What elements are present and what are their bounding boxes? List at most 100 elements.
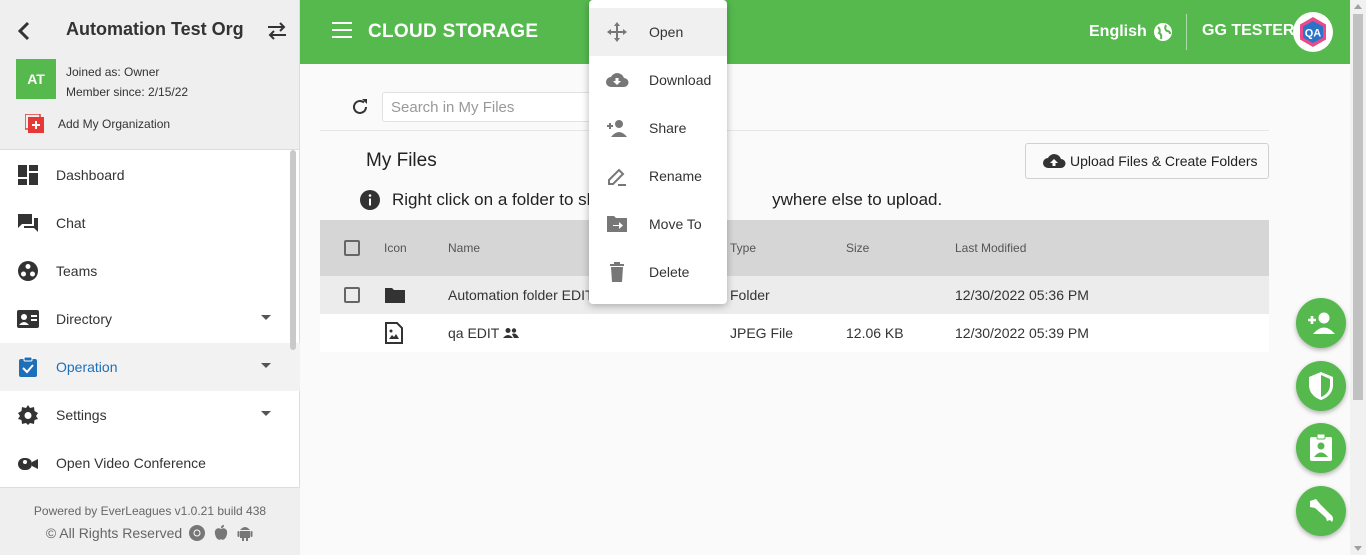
context-menu-open[interactable]: Open xyxy=(589,8,727,56)
row-checkbox[interactable] xyxy=(344,287,360,303)
sidebar-item-label: Chat xyxy=(56,215,86,231)
add-organization-button[interactable]: Add My Organization xyxy=(25,114,170,134)
context-menu-delete[interactable]: Delete xyxy=(589,248,727,296)
column-header-icon[interactable]: Icon xyxy=(384,220,407,276)
sidebar-item-label: Open Video Conference xyxy=(56,455,206,471)
column-header-modified[interactable]: Last Modified xyxy=(955,220,1026,276)
move-arrows-icon xyxy=(605,20,629,44)
org-avatar: AT xyxy=(16,59,56,99)
context-menu-rename[interactable]: Rename xyxy=(589,152,727,200)
app-title: CLOUD STORAGE xyxy=(368,21,539,42)
scroll-up-arrow-icon[interactable] xyxy=(1354,4,1362,9)
search-input[interactable] xyxy=(382,92,596,122)
person-add-icon xyxy=(1308,312,1335,334)
upload-files-label: Upload Files & Create Folders xyxy=(1070,153,1258,169)
sidebar-item-label: Directory xyxy=(56,311,113,327)
member-since-text: Member since: 2/15/22 xyxy=(66,85,189,99)
add-contact-fab[interactable] xyxy=(1296,298,1346,348)
info-text: Right click on a folder to sh xyxy=(392,190,597,209)
android-icon[interactable] xyxy=(236,524,254,542)
back-arrow-icon[interactable] xyxy=(14,20,34,42)
row-select-cell xyxy=(344,276,360,314)
cloud-upload-icon xyxy=(1043,154,1066,168)
sidebar-menu: Dashboard Chat Teams Directory Operation… xyxy=(0,151,300,487)
context-menu-share[interactable]: Share xyxy=(589,104,727,152)
user-avatar[interactable]: QA xyxy=(1293,12,1333,52)
sidebar-item-operation[interactable]: Operation xyxy=(0,343,300,391)
file-modified: 12/30/2022 05:39 PM xyxy=(955,325,1089,341)
apple-icon[interactable] xyxy=(212,524,230,542)
joined-as-text: Joined as: Owner xyxy=(66,65,160,79)
file-type: Folder xyxy=(730,287,770,303)
context-menu-label: Move To xyxy=(649,216,702,232)
gear-icon xyxy=(16,403,40,427)
column-header-size[interactable]: Size xyxy=(846,220,869,276)
context-menu-label: Share xyxy=(649,120,687,136)
membership-info: Joined as: Owner Member since: 2/15/22 xyxy=(66,62,188,102)
badge-icon xyxy=(1310,434,1332,461)
sidebar-item-video-conference[interactable]: Open Video Conference xyxy=(0,439,300,487)
chevron-down-icon[interactable] xyxy=(261,315,271,320)
org-header: Automation Test Org AT Joined as: Owner … xyxy=(0,0,299,150)
powered-by-text: Powered by EverLeagues v1.0.21 build 438 xyxy=(33,504,267,518)
org-name: Automation Test Org xyxy=(66,19,244,39)
context-menu-label: Download xyxy=(649,72,712,88)
context-menu-label: Rename xyxy=(649,168,702,184)
files-table: Icon Name Type Size Last Modified Automa… xyxy=(320,220,1269,352)
file-name: qa EDIT xyxy=(448,325,500,341)
video-conference-icon xyxy=(16,451,40,475)
chevron-down-icon[interactable] xyxy=(261,411,271,416)
topbar-divider xyxy=(1186,14,1187,50)
folder-move-icon xyxy=(605,212,629,236)
sidebar-item-dashboard[interactable]: Dashboard xyxy=(0,151,300,199)
person-add-icon xyxy=(605,116,629,140)
chrome-icon[interactable] xyxy=(188,524,206,542)
folder-icon xyxy=(384,276,406,314)
sidebar-scrollbar[interactable] xyxy=(290,150,296,350)
hamburger-menu-icon[interactable] xyxy=(332,22,352,40)
context-menu-label: Open xyxy=(649,24,684,40)
globe-icon xyxy=(1153,23,1172,41)
pencil-icon xyxy=(605,164,629,188)
column-header-name[interactable]: Name xyxy=(448,220,480,276)
sidebar-footer: Powered by EverLeagues v1.0.21 build 438… xyxy=(0,487,300,555)
shared-people-icon xyxy=(503,328,520,338)
context-menu-download[interactable]: Download xyxy=(589,56,727,104)
scrollbar-thumb[interactable] xyxy=(1353,14,1363,400)
dashboard-icon xyxy=(16,163,40,187)
tools-fab[interactable] xyxy=(1296,486,1346,536)
swap-icon[interactable] xyxy=(266,20,288,42)
sidebar-item-chat[interactable]: Chat xyxy=(0,199,300,247)
language-label: English xyxy=(1089,23,1147,40)
upload-files-button[interactable]: Upload Files & Create Folders xyxy=(1025,143,1269,179)
add-organization-label: Add My Organization xyxy=(58,117,171,131)
scroll-down-arrow-icon[interactable] xyxy=(1354,546,1362,551)
sidebar-item-settings[interactable]: Settings xyxy=(0,391,300,439)
context-menu-move-to[interactable]: Move To xyxy=(589,200,727,248)
user-name[interactable]: GG TESTER xyxy=(1202,22,1294,40)
file-size: 12.06 KB xyxy=(846,325,904,341)
sidebar-item-label: Operation xyxy=(56,359,118,375)
contact-card-fab[interactable] xyxy=(1296,423,1346,473)
security-fab[interactable] xyxy=(1296,361,1346,411)
table-header: Icon Name Type Size Last Modified xyxy=(320,220,1269,276)
refresh-icon[interactable] xyxy=(350,97,370,117)
sidebar-item-directory[interactable]: Directory xyxy=(0,295,300,343)
shield-icon xyxy=(1309,372,1333,400)
sidebar: Automation Test Org AT Joined as: Owner … xyxy=(0,0,300,555)
image-file-icon xyxy=(384,314,404,352)
directory-icon xyxy=(16,307,40,331)
chevron-down-icon[interactable] xyxy=(261,363,271,368)
table-row[interactable]: qa EDIT JPEG File 12.06 KB 12/30/2022 05… xyxy=(320,314,1269,352)
select-all-checkbox[interactable] xyxy=(344,240,360,256)
column-header-type[interactable]: Type xyxy=(730,220,756,276)
page-scrollbar[interactable] xyxy=(1350,0,1366,555)
sidebar-item-label: Settings xyxy=(56,407,107,423)
language-selector[interactable]: English xyxy=(1089,22,1173,42)
table-row[interactable]: Automation folder EDIT Folder 12/30/2022… xyxy=(320,276,1269,314)
sidebar-item-label: Teams xyxy=(56,263,98,279)
select-all-cell xyxy=(344,220,360,276)
file-modified: 12/30/2022 05:36 PM xyxy=(955,287,1089,303)
context-menu-label: Delete xyxy=(649,264,690,280)
sidebar-item-teams[interactable]: Teams xyxy=(0,247,300,295)
